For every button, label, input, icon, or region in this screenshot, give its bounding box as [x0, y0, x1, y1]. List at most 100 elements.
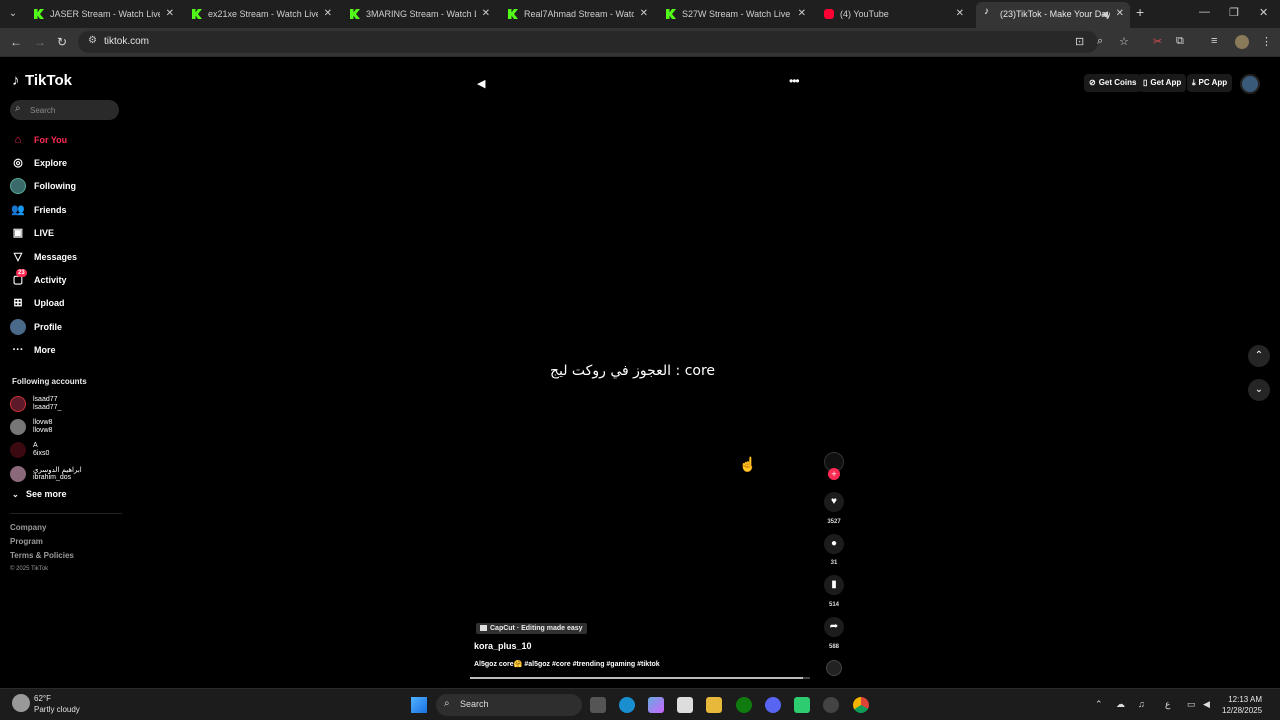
browser-menu-icon[interactable]: ⋮: [1261, 35, 1272, 48]
file-explorer-icon[interactable]: [706, 697, 722, 713]
bookmark-star-icon[interactable]: ☆: [1119, 35, 1129, 48]
follow-plus-icon[interactable]: +: [828, 468, 840, 480]
sidebar-item-upload[interactable]: ⊞ Upload: [10, 292, 122, 315]
avatar: [10, 465, 26, 482]
close-tab-icon[interactable]: ✕: [956, 3, 964, 25]
tab-title: S27W Stream - Watch Live on Kick: [682, 9, 792, 19]
footer-link-company[interactable]: Company: [10, 523, 74, 537]
restore-icon[interactable]: ❐: [1229, 6, 1239, 19]
volume-icon[interactable]: ◀: [477, 77, 485, 90]
sidebar-item-following[interactable]: Following: [10, 175, 122, 198]
tab-search-icon[interactable]: ≡: [1211, 35, 1217, 47]
close-tab-icon[interactable]: ✕: [640, 3, 648, 25]
extension-icon[interactable]: ✂: [1153, 35, 1162, 48]
close-tab-icon[interactable]: ✕: [1116, 2, 1124, 26]
sidebar-item-friends[interactable]: 👥 Friends: [10, 198, 122, 221]
close-tab-icon[interactable]: ✕: [798, 3, 806, 25]
volume-icon[interactable]: ◀: [1203, 699, 1210, 710]
install-app-icon[interactable]: ⊡: [1075, 35, 1084, 48]
previous-video-chevron-up-icon[interactable]: ⌃: [1248, 345, 1270, 367]
comment-icon[interactable]: ●: [824, 534, 844, 554]
more-options-icon[interactable]: •••: [789, 74, 800, 88]
browser-tab[interactable]: Real7Ahmad Stream - Watch Live on Kick ✕: [500, 3, 654, 25]
zoom-icon[interactable]: ⌕: [1097, 35, 1103, 48]
reload-icon[interactable]: ↻: [57, 35, 67, 49]
sidebar-item-activity[interactable]: ▢ 23 Activity: [10, 268, 122, 291]
tab-title: 3MARING Stream - Watch Live on Kick: [366, 9, 476, 19]
browser-tab[interactable]: S27W Stream - Watch Live on Kick ✕: [658, 3, 812, 25]
microphone-icon[interactable]: ♫: [1138, 699, 1145, 709]
music-disc-icon[interactable]: [826, 660, 842, 676]
sidebar-item-profile[interactable]: Profile: [10, 315, 122, 338]
edge-icon[interactable]: [619, 697, 635, 713]
chrome-icon[interactable]: [853, 697, 869, 713]
close-tab-icon[interactable]: ✕: [324, 3, 332, 25]
tiktok-logo[interactable]: ♪ TikTok: [12, 72, 72, 89]
system-clock[interactable]: 12:13 AM 12/28/2025: [1222, 694, 1262, 716]
tray-chevron-up-icon[interactable]: ⌃: [1095, 699, 1103, 710]
footer-link-program[interactable]: Program: [10, 537, 74, 551]
capcut-label: CapCut · Editing made easy: [490, 625, 583, 632]
discord-icon[interactable]: [765, 697, 781, 713]
site-info-icon[interactable]: ⚙: [88, 35, 97, 46]
user-avatar[interactable]: [1240, 74, 1260, 94]
video-author[interactable]: kora_plus_10: [474, 641, 532, 651]
pc-app-button[interactable]: ⤓ PC App: [1187, 74, 1233, 92]
speaker-icon[interactable]: ◀: [1101, 2, 1108, 26]
bookmark-icon[interactable]: ▮: [824, 575, 844, 595]
footer-link-terms[interactable]: Terms & Policies: [10, 551, 74, 565]
capcut-tag[interactable]: CapCut · Editing made easy: [476, 623, 587, 634]
more-icon: ···: [12, 344, 24, 357]
url-field[interactable]: ⚙ tiktok.com: [78, 31, 1098, 53]
sidebar-item-live[interactable]: ▣ LIVE: [10, 222, 122, 245]
windows-start-icon[interactable]: [411, 697, 427, 713]
browser-tab[interactable]: JASER Stream - Watch Live on Kick ✕: [26, 3, 180, 25]
task-view-icon[interactable]: [590, 697, 606, 713]
video-description: Al5goz core🤗 #al5goz #core #trending #ga…: [474, 661, 660, 668]
next-video-chevron-down-icon[interactable]: ⌄: [1248, 379, 1270, 401]
sidebar-item-explore[interactable]: ◎ Explore: [10, 151, 122, 174]
browser-tab[interactable]: 3MARING Stream - Watch Live on Kick ✕: [342, 3, 496, 25]
xbox-icon[interactable]: [736, 697, 752, 713]
sidebar-item-for-you[interactable]: ⌂ For You: [10, 128, 122, 151]
copilot-icon[interactable]: [648, 697, 664, 713]
browser-tab-active[interactable]: ♪ (23)TikTok - Make Your Day ◀ ✕: [976, 2, 1130, 28]
onedrive-icon[interactable]: ☁: [1116, 699, 1125, 710]
store-icon[interactable]: [677, 697, 693, 713]
video-progress-bar[interactable]: [470, 677, 810, 679]
profile-avatar[interactable]: [1235, 35, 1249, 49]
app-icon[interactable]: [794, 697, 810, 713]
forward-icon[interactable]: →: [34, 35, 46, 49]
sidebar-item-more[interactable]: ··· More: [10, 339, 122, 362]
friends-icon: 👥: [11, 203, 25, 216]
network-icon[interactable]: ▭: [1187, 699, 1196, 710]
list-item[interactable]: lsaad77 lsaad77_: [10, 392, 122, 415]
search-input[interactable]: [30, 103, 115, 117]
taskbar-search[interactable]: ⌕ Search: [436, 694, 582, 716]
extensions-puzzle-icon[interactable]: ⧉: [1176, 35, 1184, 48]
see-more-button[interactable]: ⌄ See more: [12, 489, 67, 499]
nav-label: Explore: [34, 158, 68, 169]
language-icon[interactable]: ع: [1165, 699, 1170, 710]
sidebar-item-messages[interactable]: ▽ Messages: [10, 245, 122, 268]
avatar: [10, 442, 26, 459]
minimize-icon[interactable]: —: [1199, 6, 1210, 18]
tab-search-chevron-icon[interactable]: ⌄: [4, 5, 22, 23]
like-heart-icon[interactable]: ♥: [824, 492, 844, 512]
close-tab-icon[interactable]: ✕: [166, 3, 174, 25]
list-item[interactable]: ابراهيم الدوسري ibrahim_dos: [10, 462, 122, 485]
close-tab-icon[interactable]: ✕: [482, 3, 490, 25]
get-app-button[interactable]: ▯ Get App: [1138, 74, 1187, 92]
list-item[interactable]: llovw8 llovw8: [10, 415, 122, 438]
search-box[interactable]: ⌕: [10, 100, 119, 120]
steam-icon[interactable]: [823, 697, 839, 713]
browser-tab[interactable]: ex21xe Stream - Watch Live on Kick ✕: [184, 3, 338, 25]
share-arrow-icon[interactable]: ➦: [824, 617, 844, 637]
browser-tab[interactable]: (4) YouTube ✕: [816, 3, 970, 25]
new-tab-icon[interactable]: +: [1136, 4, 1144, 20]
get-coins-button[interactable]: ⊘ Get Coins: [1084, 74, 1142, 92]
pc-app-label: PC App: [1198, 78, 1228, 87]
close-window-icon[interactable]: ✕: [1259, 6, 1268, 19]
list-item[interactable]: A 6ixs0: [10, 439, 122, 462]
back-icon[interactable]: ←: [10, 35, 22, 49]
